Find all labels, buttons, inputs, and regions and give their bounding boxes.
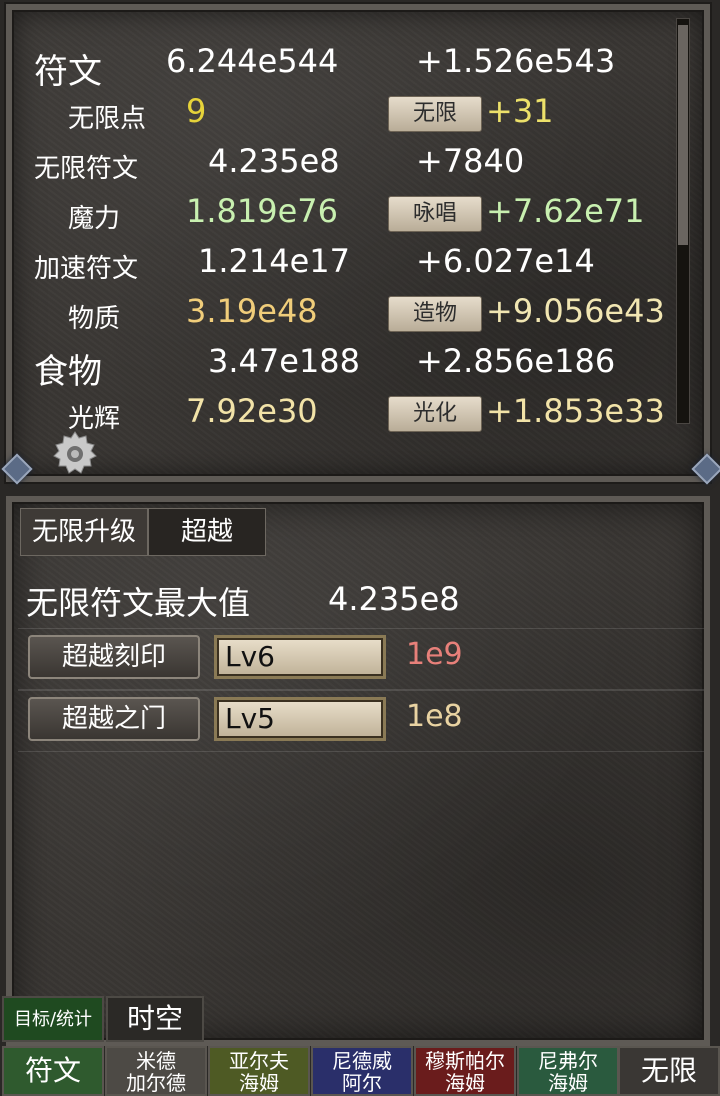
subtab-spacetime[interactable]: 时空 <box>106 996 204 1042</box>
nav-muspelheim[interactable]: 穆斯帕尔 海姆 <box>414 1046 516 1096</box>
nav-rune[interactable]: 符文 <box>2 1046 104 1096</box>
resource-name: 物质 <box>68 304 121 334</box>
tab-infinite-upgrade[interactable]: 无限升级 <box>20 508 148 556</box>
resource-gain: +1.853e33 <box>486 392 665 430</box>
frame-ornament-left <box>0 452 30 482</box>
nav-label-line1: 亚尔夫 <box>229 1049 289 1073</box>
resource-row-accel-rune: 加速符文 1.214e17 +6.027e14 <box>12 238 692 286</box>
resource-gain: +31 <box>486 92 554 130</box>
resource-row-mana: 魔力 1.819e76 咏唱 +7.62e71 <box>12 188 692 236</box>
resource-row-matter: 物质 3.19e48 造物 +9.056e43 <box>12 288 692 336</box>
max-infinite-rune-value: 4.235e8 <box>328 580 460 618</box>
resource-gain: +6.027e14 <box>416 242 595 280</box>
resource-value: 3.19e48 <box>186 292 318 330</box>
resource-value: 3.47e188 <box>208 342 361 380</box>
upgrade-button-transcend-seal[interactable]: 超越刻印 <box>28 635 200 679</box>
tab-transcend[interactable]: 超越 <box>148 508 266 556</box>
resource-name: 加速符文 <box>34 254 139 284</box>
nav-label-line1: 尼德威 <box>332 1049 392 1073</box>
upgrade-level[interactable]: Lv6 <box>214 635 386 679</box>
nav-label-line2: 海姆 <box>548 1071 588 1095</box>
resource-value: 9 <box>186 92 207 130</box>
upgrade-button-transcend-gate[interactable]: 超越之门 <box>28 697 200 741</box>
resource-value: 1.819e76 <box>186 192 339 230</box>
upgrade-row-transcend-seal: 超越刻印 Lv6 1e9 <box>18 628 704 690</box>
resource-gain: +1.526e543 <box>416 42 616 80</box>
gear-icon[interactable] <box>50 428 100 478</box>
frame-ornament-right <box>690 452 720 482</box>
upgrade-panel: 无限升级 超越 无限符文最大值 4.235e8 超越刻印 Lv6 1e9 超越之… <box>6 496 710 1046</box>
create-button[interactable]: 造物 <box>388 296 482 332</box>
resource-gain: +9.056e43 <box>486 292 665 330</box>
resource-panel: 符文 6.244e544 +1.526e543 无限点 9 无限 +31 无限符… <box>6 4 710 482</box>
resource-name: 无限符文 <box>34 154 139 184</box>
upgrade-row-transcend-gate: 超越之门 Lv5 1e8 <box>18 690 704 752</box>
infinity-button[interactable]: 无限 <box>388 96 482 132</box>
upgrade-cost: 1e9 <box>406 637 463 672</box>
nav-nidavellir[interactable]: 尼德威 阿尔 <box>311 1046 413 1096</box>
chant-button[interactable]: 咏唱 <box>388 196 482 232</box>
nav-label-line1: 尼弗尔 <box>538 1049 598 1073</box>
nav-label-line2: 海姆 <box>239 1071 279 1095</box>
resource-value: 4.235e8 <box>208 142 340 180</box>
resource-name: 符文 <box>34 52 102 92</box>
resource-row-infinite-rune: 无限符文 4.235e8 +7840 <box>12 138 692 186</box>
nav-label-line1: 米德 <box>136 1049 176 1073</box>
resource-gain: +7840 <box>416 142 525 180</box>
main-nav: 符文 米德 加尔德 亚尔夫 海姆 尼德威 阿尔 穆斯帕尔 海姆 尼弗尔 海姆 无… <box>0 1046 720 1096</box>
subtab-goals-stats[interactable]: 目标/统计 <box>2 996 104 1042</box>
max-infinite-rune-label: 无限符文最大值 <box>26 584 251 622</box>
nav-label-line1: 穆斯帕尔 <box>425 1049 505 1073</box>
resource-value: 1.214e17 <box>198 242 351 280</box>
resource-row-infinity-points: 无限点 9 无限 +31 <box>12 88 692 136</box>
radiate-button[interactable]: 光化 <box>388 396 482 432</box>
resource-row-rune: 符文 6.244e544 +1.526e543 <box>12 38 692 92</box>
nav-infinity[interactable]: 无限 <box>618 1046 720 1096</box>
upgrade-level[interactable]: Lv5 <box>214 697 386 741</box>
resource-name: 魔力 <box>68 204 121 234</box>
resource-name: 无限点 <box>68 104 147 134</box>
nav-label-line2: 海姆 <box>445 1071 485 1095</box>
resource-value: 6.244e544 <box>166 42 339 80</box>
nav-midgard[interactable]: 米德 加尔德 <box>105 1046 207 1096</box>
nav-alfheim[interactable]: 亚尔夫 海姆 <box>208 1046 310 1096</box>
nav-label-line2: 阿尔 <box>342 1071 382 1095</box>
resource-gain: +7.62e71 <box>486 192 645 230</box>
sub-tab-bar: 目标/统计 时空 <box>0 996 720 1044</box>
resource-gain: +2.856e186 <box>416 342 616 380</box>
resource-value: 7.92e30 <box>186 392 318 430</box>
resource-row-radiance: 光辉 7.92e30 光化 +1.853e33 <box>12 388 692 436</box>
resource-name: 食物 <box>34 352 102 392</box>
nav-niflheim[interactable]: 尼弗尔 海姆 <box>517 1046 619 1096</box>
nav-label-line2: 加尔德 <box>126 1071 186 1095</box>
upgrade-cost: 1e8 <box>406 699 463 734</box>
resource-row-food: 食物 3.47e188 +2.856e186 <box>12 338 692 392</box>
